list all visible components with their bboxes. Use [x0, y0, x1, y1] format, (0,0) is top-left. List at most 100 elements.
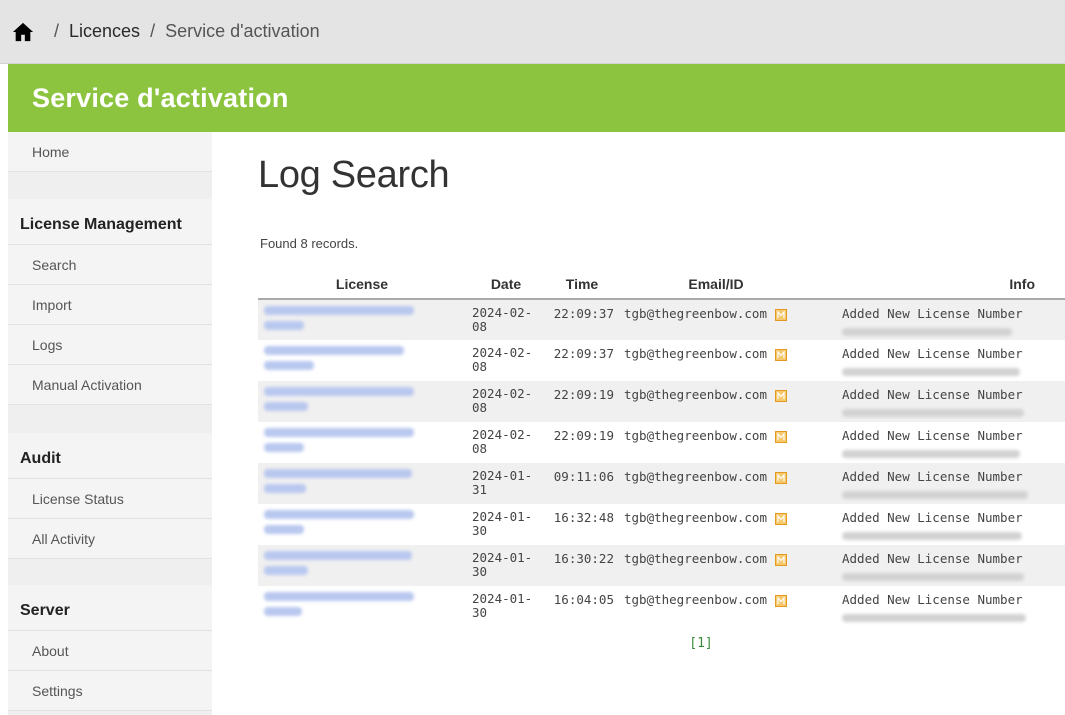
info-cell: Added New License Number [814, 545, 1065, 586]
email-cell: tgb@thegreenbow.com [618, 340, 814, 381]
table-row: 2024-02-08 22:09:37 tgb@thegreenbow.com Add… [258, 340, 1065, 381]
license-cell[interactable] [258, 299, 466, 340]
pagination: [1] [258, 636, 1065, 651]
breadcrumb-current: Service d'activation [165, 21, 320, 41]
email-cell: tgb@thegreenbow.com [618, 381, 814, 422]
license-cell[interactable] [258, 463, 466, 504]
table-row: 2024-01-30 16:04:05 tgb@thegreenbow.com Add… [258, 586, 1065, 627]
table-row: 2024-02-08 22:09:37 tgb@thegreenbow.com Add… [258, 299, 1065, 340]
license-cell[interactable] [258, 586, 466, 627]
column-header-date[interactable]: Date [466, 270, 546, 300]
page-banner: Service d'activation [8, 64, 1065, 132]
license-number-redacted [264, 607, 302, 616]
column-header-time[interactable]: Time [546, 270, 618, 300]
info-detail-redacted [842, 532, 1022, 540]
license-number-redacted [264, 551, 412, 560]
license-number-redacted [264, 346, 404, 355]
info-cell: Added New License Number [814, 504, 1065, 545]
date-text: 2024-01-30 [472, 591, 533, 620]
date-cell: 2024-01-30 [466, 504, 546, 545]
sidebar-spacer [8, 405, 212, 433]
mail-icon[interactable] [775, 348, 787, 361]
license-number-redacted [264, 592, 414, 601]
email-text: tgb@thegreenbow.com [624, 510, 767, 525]
time-cell: 09:11:06 [546, 463, 618, 504]
home-icon[interactable] [12, 21, 34, 43]
license-cell[interactable] [258, 545, 466, 586]
sidebar-item-search[interactable]: Search [8, 245, 212, 285]
column-header-info[interactable]: Info [814, 270, 1065, 300]
time-cell: 22:09:19 [546, 381, 618, 422]
license-number-redacted [264, 525, 304, 534]
email-cell: tgb@thegreenbow.com [618, 299, 814, 340]
email-text: tgb@thegreenbow.com [624, 346, 767, 361]
mail-icon[interactable] [775, 594, 787, 607]
column-header-email[interactable]: Email/ID [618, 270, 814, 300]
info-text: Added New License Number [842, 469, 1023, 484]
sidebar-item-settings[interactable]: Settings [8, 671, 212, 711]
mail-icon[interactable] [775, 430, 787, 443]
pagination-page-1[interactable]: [1] [689, 636, 712, 651]
license-number-redacted [264, 510, 414, 519]
sidebar-item-all-activity[interactable]: All Activity [8, 519, 212, 559]
email-cell: tgb@thegreenbow.com [618, 463, 814, 504]
info-detail-redacted [842, 450, 1020, 458]
mail-icon[interactable] [775, 553, 787, 566]
info-cell: Added New License Number [814, 299, 1065, 340]
date-cell: 2024-01-30 [466, 545, 546, 586]
license-cell[interactable] [258, 422, 466, 463]
date-text: 2024-02-08 [472, 345, 533, 374]
info-text: Added New License Number [842, 592, 1023, 607]
breadcrumb-licences-link[interactable]: Licences [69, 21, 140, 42]
sidebar-item-logs[interactable]: Logs [8, 325, 212, 365]
log-table: License Date Time Email/ID Info 2024-02-… [258, 270, 1065, 627]
mail-icon[interactable] [775, 512, 787, 525]
sidebar-heading-audit: Audit [8, 433, 212, 479]
sidebar-item-manual-activation[interactable]: Manual Activation [8, 365, 212, 405]
time-cell: 22:09:37 [546, 299, 618, 340]
table-row: 2024-02-08 22:09:19 tgb@thegreenbow.com Add… [258, 381, 1065, 422]
sidebar-item-license-status[interactable]: License Status [8, 479, 212, 519]
email-text: tgb@thegreenbow.com [624, 428, 767, 443]
info-detail-redacted [842, 573, 1024, 581]
date-text: 2024-02-08 [472, 305, 533, 334]
date-text: 2024-02-08 [472, 427, 533, 456]
sidebar-spacer [8, 172, 212, 199]
license-number-redacted [264, 566, 308, 575]
sidebar-heading-server: Server [8, 585, 212, 631]
table-header-row: License Date Time Email/ID Info [258, 270, 1065, 300]
mail-icon[interactable] [775, 389, 787, 402]
info-text: Added New License Number [842, 428, 1023, 443]
time-cell: 16:32:48 [553, 510, 614, 525]
mail-icon[interactable] [775, 471, 787, 484]
info-detail-redacted [842, 491, 1028, 499]
sidebar-item-home[interactable]: Home [8, 132, 212, 172]
time-cell: 16:04:05 [553, 592, 614, 607]
column-header-license[interactable]: License [258, 270, 466, 300]
time-cell: 16:30:22 [546, 545, 618, 586]
date-cell: 2024-02-08 [466, 340, 546, 381]
sidebar-heading-license-management: License Management [8, 199, 212, 245]
license-cell[interactable] [258, 340, 466, 381]
page-title: Log Search [258, 154, 450, 196]
info-detail-redacted [842, 368, 1020, 376]
date-text: 2024-01-31 [472, 468, 533, 497]
date-cell: 2024-02-08 [466, 381, 546, 422]
sidebar-item-import[interactable]: Import [8, 285, 212, 325]
email-cell: tgb@thegreenbow.com [618, 422, 814, 463]
info-text: Added New License Number [842, 510, 1023, 525]
info-text: Added New License Number [842, 346, 1023, 361]
license-cell[interactable] [258, 381, 466, 422]
info-cell: Added New License Number [814, 463, 1065, 504]
sidebar-item-about[interactable]: About [8, 631, 212, 671]
license-number-redacted [264, 321, 304, 330]
info-text: Added New License Number [842, 551, 1023, 566]
email-cell: tgb@thegreenbow.com [618, 545, 814, 586]
date-cell: 2024-02-08 [466, 422, 546, 463]
license-cell[interactable] [258, 504, 466, 545]
time-cell: 22:09:37 [553, 346, 614, 361]
banner-title: Service d'activation [32, 82, 289, 113]
table-row: 2024-02-08 22:09:19 tgb@thegreenbow.com Add… [258, 422, 1065, 463]
info-text: Added New License Number [842, 387, 1023, 402]
mail-icon[interactable] [775, 308, 787, 321]
